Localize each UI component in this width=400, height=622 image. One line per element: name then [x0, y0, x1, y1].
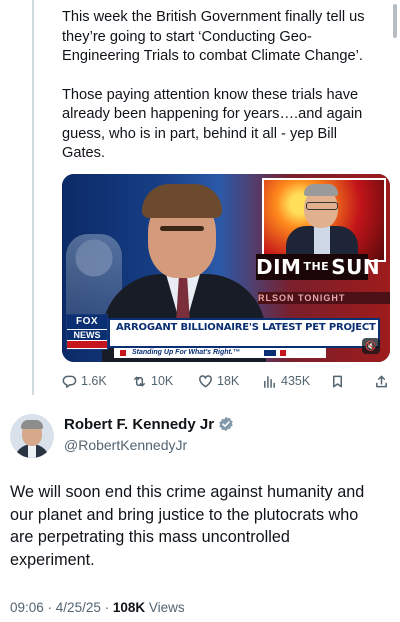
post-body-text: We will soon end this crime against huma…	[10, 483, 365, 569]
views-count: 108K	[112, 600, 146, 615]
repost-count: 10K	[151, 374, 174, 388]
share-button[interactable]	[374, 371, 393, 391]
inset-photo	[262, 178, 386, 262]
heart-icon	[199, 374, 212, 387]
view-count: 435K	[281, 374, 311, 388]
avatar[interactable]	[10, 414, 54, 458]
analytics-icon	[264, 375, 275, 388]
video-thumbnail[interactable]: DIM THE SUN RLSON TONIGHT FOX NEWS ARROGAN…	[62, 174, 390, 362]
tagline-bar: Standing Up For What's Right.™	[114, 348, 326, 358]
bookmark-icon	[333, 375, 342, 387]
share-icon	[376, 375, 387, 387]
thread-connector-line	[32, 0, 34, 395]
quoted-post-paragraph: Those paying attention know these trials…	[62, 86, 363, 162]
quoted-post-text: This week the British Government finally…	[62, 8, 392, 183]
post-metadata: 09:06 · 4/25/25 · 108K Views	[10, 600, 185, 615]
show-ticker: RLSON TONIGHT	[258, 292, 390, 304]
post-date[interactable]: 4/25/25	[56, 600, 101, 615]
scrollbar-thumb[interactable]	[393, 4, 397, 38]
repost-button[interactable]: 10K	[132, 371, 173, 391]
news-headline: ARROGANT BILLIONAIRE'S LATEST PET PROJEC…	[116, 322, 376, 333]
dim-the-sun-banner: DIM THE SUN	[256, 254, 381, 280]
reply-count: 1.6K	[81, 374, 107, 388]
verified-badge-icon[interactable]	[218, 416, 234, 432]
network-tagline: Standing Up For What's Right.™	[132, 349, 240, 356]
post-action-bar: 1.6K 10K 18K 435K	[62, 371, 392, 391]
repost-icon	[134, 376, 145, 386]
quoted-post-paragraph: This week the British Government finally…	[62, 9, 365, 64]
author-handle[interactable]: @RobertKennedyJr	[64, 437, 187, 453]
author-name[interactable]: Robert F. Kennedy Jr	[64, 416, 214, 433]
network-logo: FOX NEWS	[66, 314, 108, 350]
reply-button[interactable]: 1.6K	[62, 371, 107, 391]
post-time[interactable]: 09:06	[10, 600, 44, 615]
like-button[interactable]: 18K	[198, 371, 239, 391]
speaker-muted-icon[interactable]: 🔇	[362, 338, 380, 354]
views-label: Views	[148, 600, 185, 615]
views-button[interactable]: 435K	[262, 371, 310, 391]
reply-icon	[62, 375, 77, 388]
bookmark-button[interactable]	[330, 371, 349, 391]
lower-third-banner: ARROGANT BILLIONAIRE'S LATEST PET PROJEC…	[108, 318, 380, 348]
like-count: 18K	[217, 374, 240, 388]
